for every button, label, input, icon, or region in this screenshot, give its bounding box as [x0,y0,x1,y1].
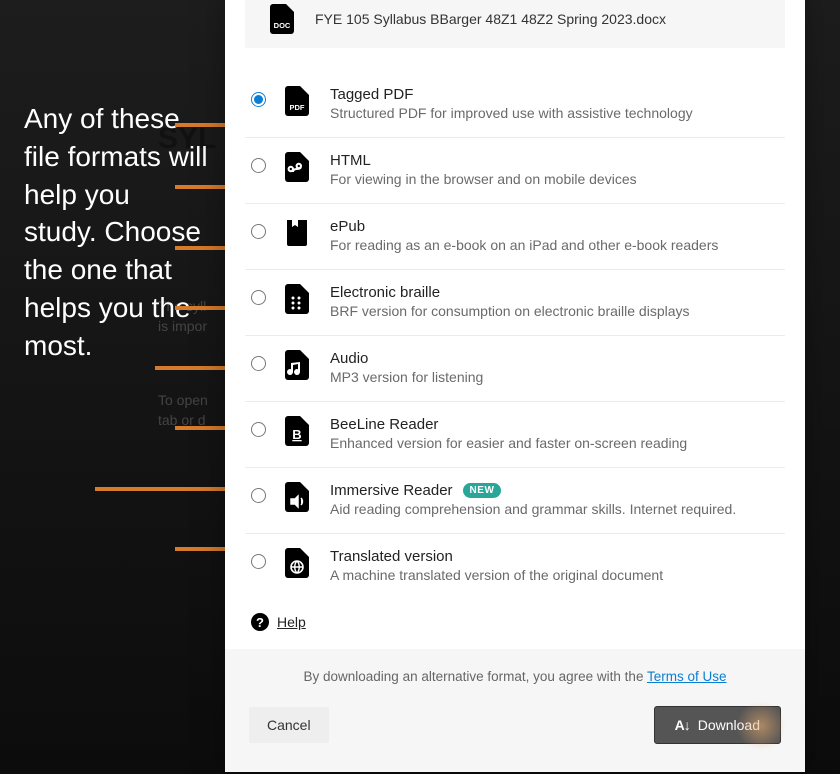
option-title: Electronic braille [330,284,440,301]
option-desc: Aid reading comprehension and grammar sk… [330,501,736,517]
option-title: Translated version [330,548,453,565]
format-option-translated[interactable]: Translated version A machine translated … [245,534,785,599]
option-desc: For reading as an e-book on an iPad and … [330,237,718,253]
radio-audio[interactable] [251,356,266,371]
option-title: ePub [330,218,365,235]
radio-translated[interactable] [251,554,266,569]
terms-link[interactable]: Terms of Use [647,669,727,684]
format-option-beeline[interactable]: B BeeLine Reader Enhanced version for ea… [245,402,785,468]
radio-pdf[interactable] [251,92,266,107]
arrow-7 [95,484,241,494]
radio-beeline[interactable] [251,422,266,437]
format-option-pdf[interactable]: PDF Tagged PDF Structured PDF for improv… [245,72,785,138]
cancel-button[interactable]: Cancel [249,707,329,743]
option-desc: Enhanced version for easier and faster o… [330,435,687,451]
option-title: Audio [330,350,368,367]
option-desc: Structured PDF for improved use with ass… [330,105,693,121]
beeline-icon: B [284,416,310,446]
file-name: FYE 105 Syllabus BBarger 48Z1 48Z2 Sprin… [315,11,666,27]
file-header: DOC FYE 105 Syllabus BBarger 48Z1 48Z2 S… [245,0,785,48]
help-row: ? Help [225,599,805,649]
option-title: Immersive Reader [330,482,453,499]
help-link[interactable]: Help [277,614,306,630]
translated-icon [284,548,310,578]
epub-icon [284,218,310,248]
help-icon: ? [251,613,269,631]
format-option-epub[interactable]: ePub For reading as an e-book on an iPad… [245,204,785,270]
html-icon [284,152,310,182]
radio-html[interactable] [251,158,266,173]
option-desc: For viewing in the browser and on mobile… [330,171,637,187]
radio-immersive[interactable] [251,488,266,503]
format-option-html[interactable]: HTML For viewing in the browser and on m… [245,138,785,204]
format-option-audio[interactable]: Audio MP3 version for listening [245,336,785,402]
new-badge: NEW [463,483,502,498]
bg-text-open: To open [158,392,208,408]
audio-icon [284,350,310,380]
terms-prefix: By downloading an alternative format, yo… [304,669,647,684]
annotation-text: Any of these file formats will help you … [24,100,209,365]
svg-text:PDF: PDF [290,103,305,112]
braille-icon [284,284,310,314]
option-desc: A machine translated version of the orig… [330,567,663,583]
option-title: HTML [330,152,371,169]
format-option-immersive[interactable]: Immersive Reader NEW Aid reading compreh… [245,468,785,534]
radio-braille[interactable] [251,290,266,305]
option-title: Tagged PDF [330,86,413,103]
radio-epub[interactable] [251,224,266,239]
download-button[interactable]: A↓ Download [654,706,781,744]
svg-text:B: B [292,427,301,442]
format-option-braille[interactable]: Electronic braille BRF version for consu… [245,270,785,336]
modal-footer: By downloading an alternative format, yo… [225,649,805,772]
option-title: BeeLine Reader [330,416,438,433]
download-label: Download [698,717,760,733]
immersive-icon [284,482,310,512]
download-modal: DOC FYE 105 Syllabus BBarger 48Z1 48Z2 S… [225,0,805,772]
pdf-icon: PDF [284,86,310,116]
option-desc: BRF version for consumption on electroni… [330,303,690,319]
option-desc: MP3 version for listening [330,369,483,385]
svg-text:DOC: DOC [274,21,291,30]
terms-text: By downloading an alternative format, yo… [249,669,781,684]
download-icon: A↓ [675,717,690,733]
format-options: PDF Tagged PDF Structured PDF for improv… [225,72,805,599]
doc-file-icon: DOC [269,4,295,34]
